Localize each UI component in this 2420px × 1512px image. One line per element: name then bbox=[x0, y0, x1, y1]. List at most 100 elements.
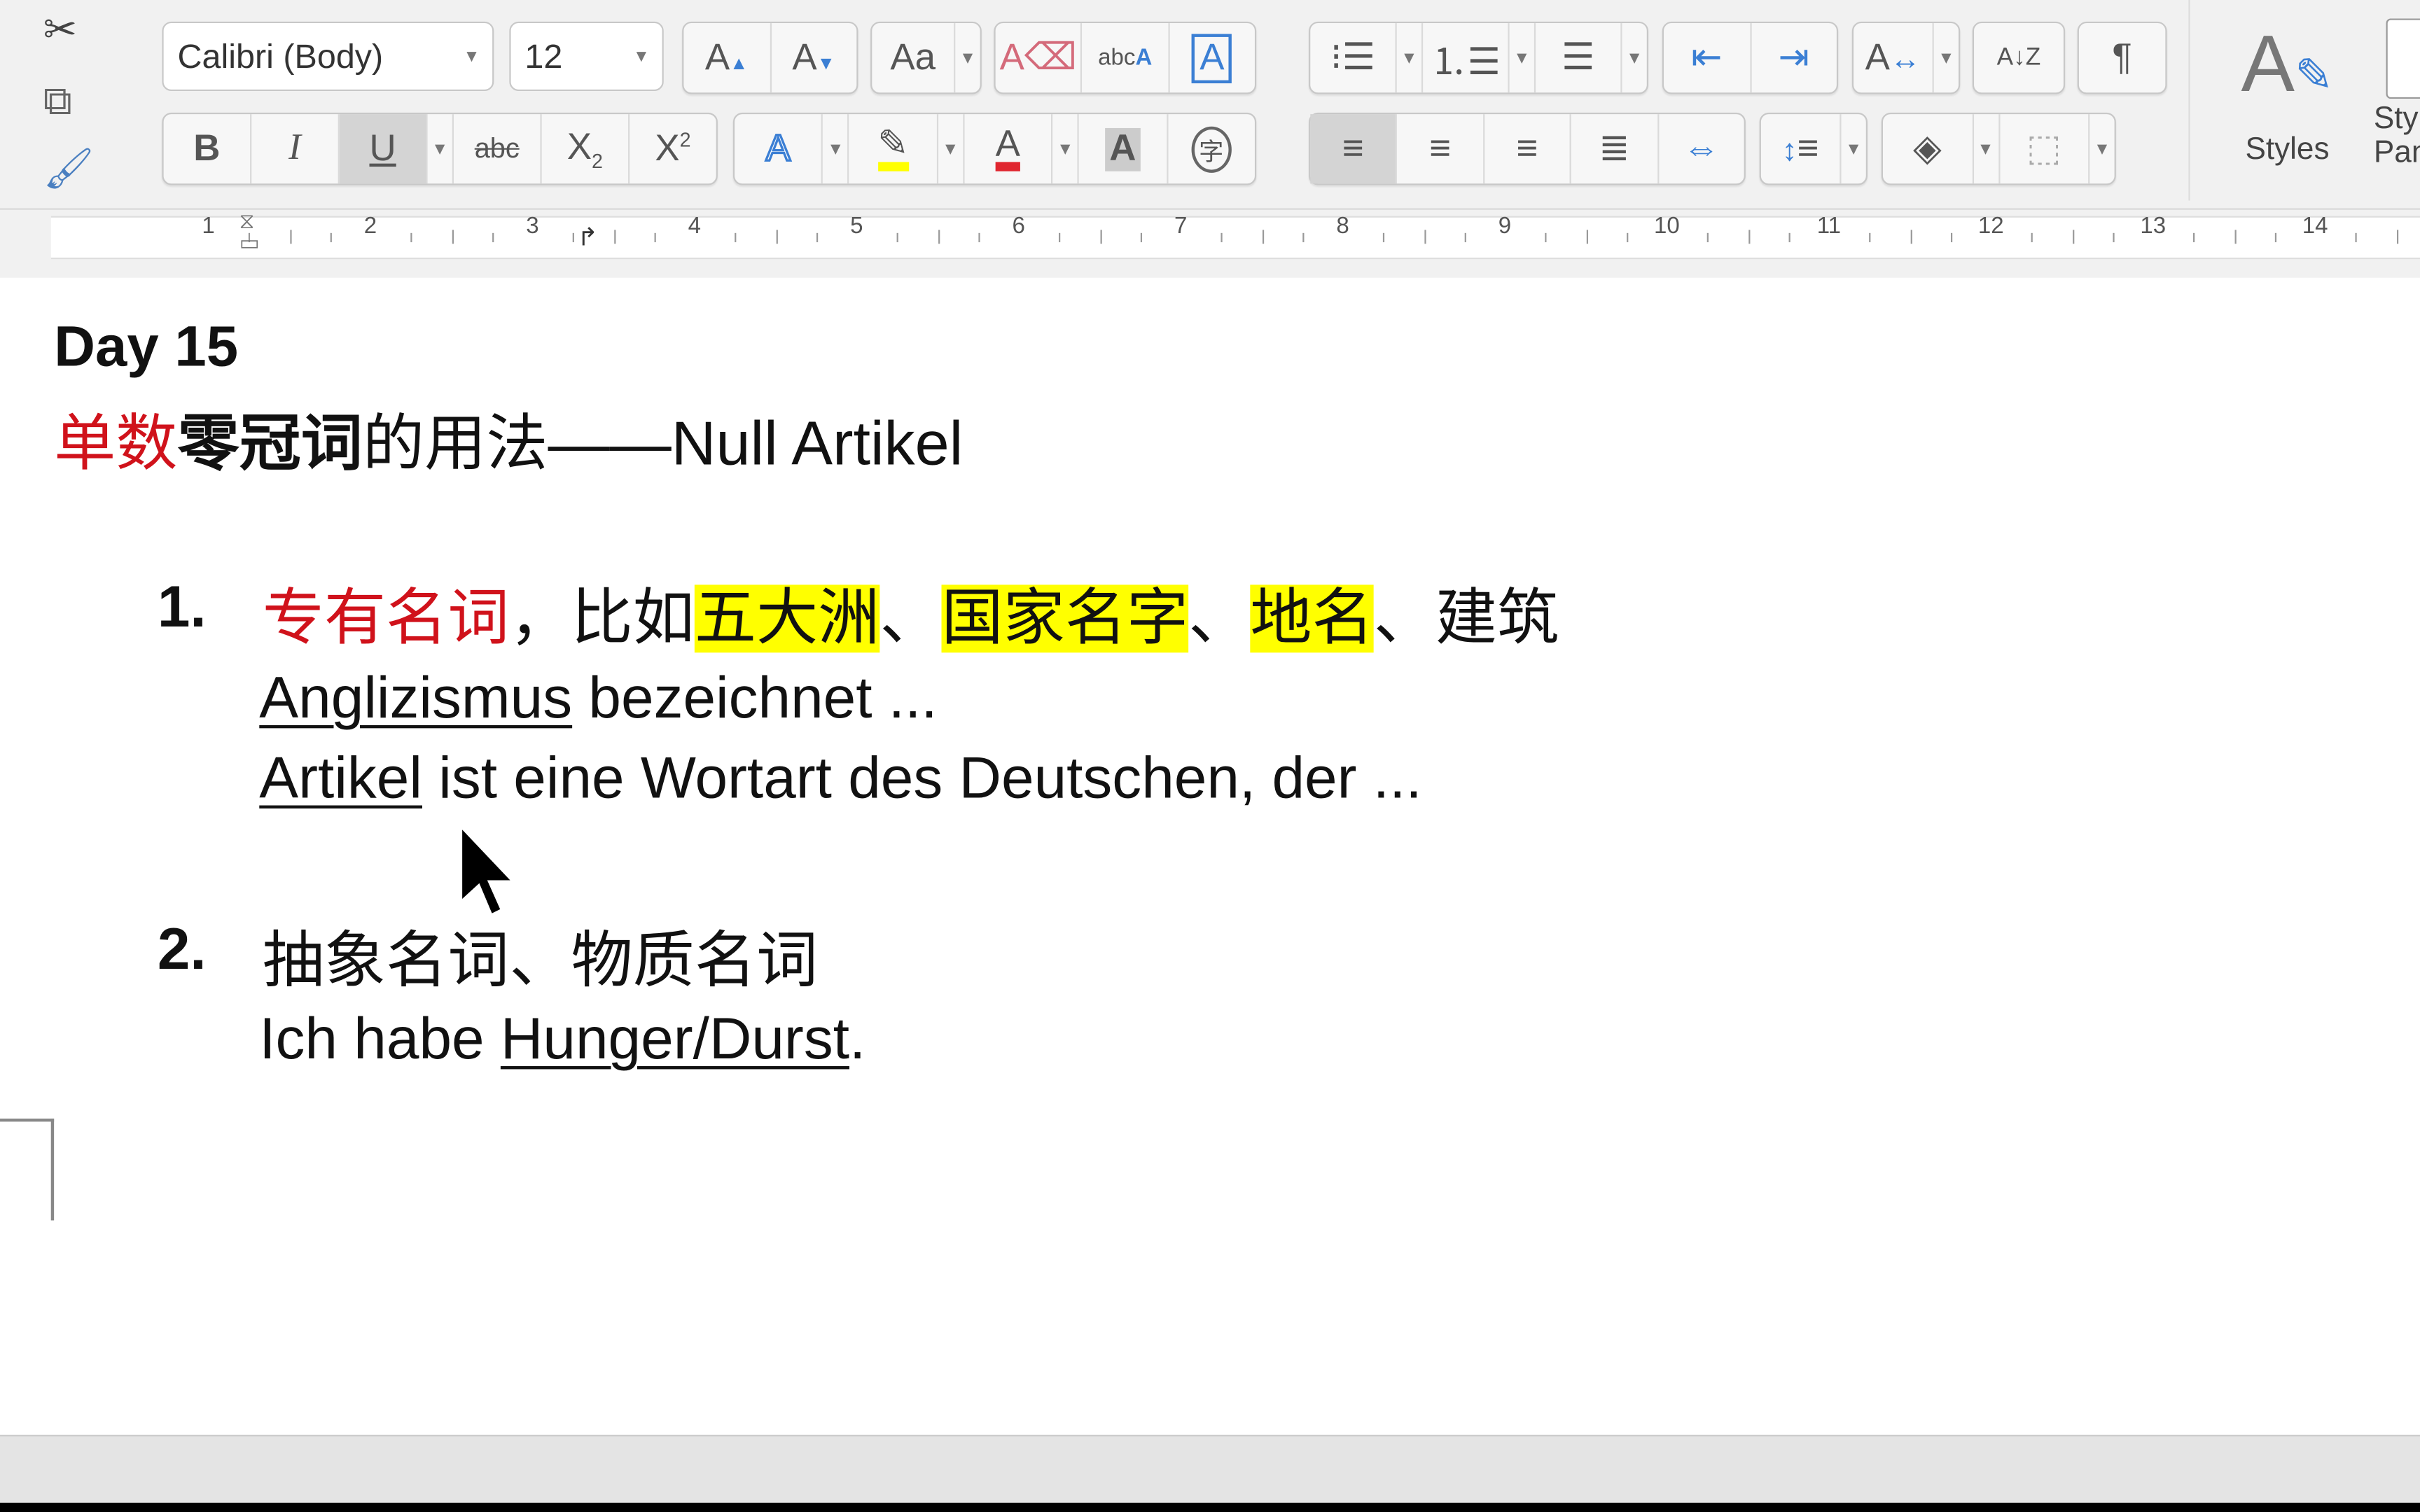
ruler-tick bbox=[2112, 232, 2115, 243]
chevron-down-icon: ▼ bbox=[632, 47, 650, 66]
decrease-indent-icon: ⇤ bbox=[1691, 36, 1723, 79]
italic-icon: I bbox=[288, 127, 301, 169]
ruler-tick bbox=[1464, 232, 1466, 243]
alignment-group: ≡ ≡ ≡ ≣ ⇔ bbox=[1309, 112, 1746, 186]
underlined-text: Artikel bbox=[259, 746, 422, 812]
text: 、 bbox=[879, 584, 942, 653]
sort-button[interactable]: A↓Z bbox=[1974, 23, 2064, 92]
list-item-line: 专有名词，比如五大洲、国家名字、地名、建筑 bbox=[263, 568, 1559, 657]
distributed-button[interactable]: ⇔ bbox=[1659, 114, 1744, 183]
ruler-tick bbox=[1707, 232, 1709, 243]
chevron-down-icon[interactable]: ▼ bbox=[1934, 23, 1959, 92]
font-name-select[interactable]: Calibri (Body) ▼ bbox=[162, 21, 494, 92]
chevron-down-icon[interactable]: ▼ bbox=[1397, 23, 1424, 93]
ruler-number: 1 bbox=[202, 213, 215, 239]
ruler-tick bbox=[451, 230, 453, 244]
ruler-tick bbox=[613, 230, 616, 244]
text-direction-group: A↔ ▼ bbox=[1851, 21, 1961, 94]
line-spacing-group: ↕≡ ▼ bbox=[1759, 112, 1868, 186]
ruler-tick bbox=[492, 232, 494, 243]
chevron-down-icon[interactable]: ▼ bbox=[938, 114, 965, 184]
justify-button[interactable]: ≣ bbox=[1571, 114, 1659, 184]
character-shading-button[interactable]: A bbox=[1079, 114, 1168, 184]
sort-group: A↓Z bbox=[1972, 21, 2066, 94]
subtitle-red: 单数 bbox=[54, 410, 178, 479]
list-item-line: 抽象名词、物质名词 bbox=[262, 927, 819, 995]
bold-button[interactable]: B bbox=[164, 114, 252, 184]
styles-button[interactable]: A✎ Styles bbox=[2223, 18, 2352, 168]
show-formatting-group: ¶ bbox=[2077, 21, 2167, 94]
line-spacing-button[interactable]: ↕≡ bbox=[1761, 114, 1842, 184]
ruler-number: 6 bbox=[1012, 213, 1025, 239]
grow-font-button[interactable]: A▲ bbox=[683, 23, 771, 93]
show-formatting-button[interactable]: ¶ bbox=[2079, 23, 2165, 92]
shading-borders-group: ◈ ▼ ⬚ ▼ bbox=[1881, 112, 2116, 186]
indent-marker-icon[interactable]: ⧖ ▭ bbox=[239, 210, 260, 253]
change-case-button[interactable]: Aa bbox=[872, 23, 956, 93]
borders-button[interactable]: ⬚ bbox=[1999, 114, 2090, 184]
ruler-number: 12 bbox=[1977, 213, 2004, 239]
highlighted-text: 国家名字 bbox=[941, 584, 1189, 653]
chevron-down-icon[interactable]: ▼ bbox=[428, 114, 454, 184]
ruler-tick bbox=[1099, 230, 1101, 244]
shading-button[interactable]: ◈ bbox=[1883, 114, 1973, 184]
bullets-icon: ⁝☰ bbox=[1330, 36, 1376, 79]
list-number: 1. bbox=[157, 575, 207, 640]
enclose-characters-button[interactable]: 字 bbox=[1168, 114, 1255, 183]
font-color-button[interactable]: A bbox=[964, 114, 1053, 184]
font-name-value: Calibri (Body) bbox=[177, 36, 384, 75]
align-right-button[interactable]: ≡ bbox=[1484, 114, 1572, 184]
document-page[interactable]: Day 15 单数零冠词的用法——Null Artikel 1. 专有名词，比如… bbox=[0, 277, 2420, 1435]
text-effects-button[interactable]: A bbox=[735, 114, 823, 184]
ruler-tick bbox=[775, 230, 777, 244]
text-direction-button[interactable]: A↔ bbox=[1854, 23, 1934, 93]
ruler-tick bbox=[330, 232, 332, 243]
increase-indent-button[interactable]: ⇥ bbox=[1751, 23, 1837, 92]
chevron-down-icon[interactable]: ▼ bbox=[1841, 114, 1865, 183]
grow-font-icon: A▲ bbox=[704, 36, 749, 78]
chevron-down-icon[interactable]: ▼ bbox=[1622, 23, 1647, 92]
chevron-down-icon[interactable]: ▼ bbox=[1053, 114, 1080, 184]
clear-formatting-button[interactable]: A⌫ bbox=[996, 23, 1083, 93]
list-number: 2. bbox=[157, 918, 207, 983]
multilevel-list-button[interactable]: ☰ bbox=[1536, 23, 1622, 93]
ruler-tick bbox=[2072, 230, 2074, 244]
decrease-indent-button[interactable]: ⇤ bbox=[1664, 23, 1751, 93]
subscript-button[interactable]: X2 bbox=[542, 114, 630, 184]
styles-pane-button[interactable]: Styles Pane bbox=[2374, 18, 2420, 169]
chevron-down-icon[interactable]: ▼ bbox=[955, 23, 980, 92]
format-painter-icon[interactable]: 🖌 bbox=[43, 145, 95, 192]
character-border-button[interactable]: A bbox=[1169, 23, 1255, 92]
ruler-tick bbox=[1545, 232, 1548, 243]
shrink-font-button[interactable]: A▼ bbox=[771, 23, 856, 92]
tab-stop-icon[interactable]: ↱ bbox=[577, 222, 598, 253]
italic-button[interactable]: I bbox=[251, 114, 340, 184]
horizontal-ruler[interactable]: 1 2 3 4 5 6 7 8 9 10 11 12 13 14 ⧖ ▭ ↱ bbox=[0, 209, 2420, 272]
align-left-button[interactable]: ≡ bbox=[1310, 114, 1398, 184]
underline-button[interactable]: U bbox=[339, 114, 428, 184]
ruler-tick bbox=[937, 230, 940, 244]
text-effects-icon: A bbox=[765, 126, 792, 170]
highlighter-icon: ✎ bbox=[877, 125, 909, 171]
font-size-select[interactable]: 12 ▼ bbox=[509, 21, 664, 92]
bullets-button[interactable]: ⁝☰ bbox=[1310, 23, 1397, 93]
multilevel-list-icon: ☰ bbox=[1561, 36, 1595, 79]
center-button[interactable]: ≡ bbox=[1398, 114, 1484, 184]
scissors-icon[interactable]: ✂ bbox=[43, 6, 77, 54]
copy-icon[interactable]: ⧉ bbox=[43, 77, 72, 127]
ruler-number: 9 bbox=[1498, 213, 1512, 239]
numbering-icon: ⒈☰ bbox=[1430, 41, 1501, 84]
highlight-button[interactable]: ✎ bbox=[849, 114, 938, 184]
ruler-tick bbox=[2395, 230, 2398, 244]
chevron-down-icon[interactable]: ▼ bbox=[1510, 23, 1536, 93]
chevron-down-icon[interactable]: ▼ bbox=[1973, 114, 2000, 184]
ruler-number: 3 bbox=[526, 213, 539, 239]
strikethrough-button[interactable]: abc bbox=[454, 114, 542, 184]
text: bezeichnet ... bbox=[572, 666, 938, 732]
superscript-button[interactable]: X2 bbox=[630, 114, 716, 183]
chevron-down-icon[interactable]: ▼ bbox=[2089, 114, 2114, 183]
phonetic-guide-button[interactable]: abcA bbox=[1083, 23, 1169, 93]
font-color-icon: A bbox=[995, 125, 1020, 171]
numbering-button[interactable]: ⒈☰ bbox=[1423, 23, 1510, 93]
chevron-down-icon[interactable]: ▼ bbox=[823, 114, 850, 184]
